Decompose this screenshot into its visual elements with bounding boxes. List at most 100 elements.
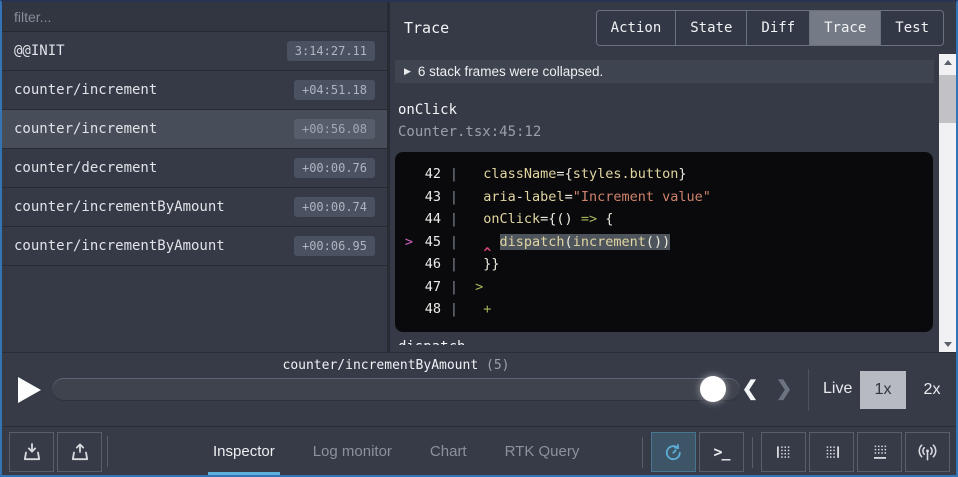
trace-content: ▶ 6 stack frames were collapsed. onClick… <box>390 54 939 352</box>
line-number: 45 <box>417 231 441 254</box>
play-button[interactable] <box>18 377 41 403</box>
current-line-marker-icon <box>401 163 417 186</box>
current-line-marker-icon <box>401 186 417 209</box>
next-stack-frame-clipped: dispatch <box>398 339 939 345</box>
code-block: 42| className={styles.button} 43| aria-l… <box>395 152 933 332</box>
playback-slider-track[interactable] <box>52 378 740 401</box>
bottom-toolbar: Inspector Log monitor Chart RTK Query >_ <box>2 426 956 475</box>
action-row[interactable]: counter/decrement +00:00.76 <box>2 149 387 188</box>
monitor-tab-log-monitor[interactable]: Log monitor <box>308 427 397 475</box>
action-list-panel: @@INIT3:14:27.11 counter/increment +04:51.… <box>2 2 390 352</box>
playback-action-index: (5) <box>486 358 509 373</box>
action-type-label: counter/decrement <box>14 160 157 176</box>
action-row[interactable]: counter/increment +00:56.08 <box>2 110 387 149</box>
export-button[interactable] <box>57 432 102 472</box>
action-row[interactable]: counter/increment +04:51.18 <box>2 71 387 110</box>
line-number: 44 <box>417 208 441 231</box>
speed-2x-button[interactable]: 2x <box>917 371 947 409</box>
current-line-marker-icon <box>401 253 417 276</box>
playback-action-label: counter/incrementByAmount (5) <box>52 358 740 373</box>
toolbar-divider <box>752 437 753 468</box>
remote-broadcast-icon <box>916 441 939 464</box>
action-type-label: counter/increment <box>14 121 157 137</box>
step-forward-button[interactable]: ❯ <box>771 376 797 401</box>
tab-trace[interactable]: Trace <box>809 11 880 45</box>
dock-bottom-icon <box>869 441 891 463</box>
current-line-marker-icon <box>401 276 417 299</box>
action-type-label: counter/increment <box>14 82 157 98</box>
step-back-button[interactable]: ❮ <box>737 376 763 401</box>
collapsed-frames-text: 6 stack frames were collapsed. <box>418 64 603 79</box>
action-timestamp-badge: +00:00.76 <box>294 158 375 178</box>
expand-arrow-icon: ▶ <box>404 66 411 77</box>
remote-button[interactable] <box>905 432 950 472</box>
action-type-label: counter/incrementByAmount <box>14 199 225 215</box>
dock-right-icon <box>821 441 843 463</box>
main-split: @@INIT3:14:27.11 counter/increment +04:51.… <box>2 2 956 352</box>
code-line: 47| > <box>401 276 927 299</box>
dock-right-button[interactable] <box>809 432 854 472</box>
tab-state[interactable]: State <box>675 11 746 45</box>
code-line: >45| dispatch(increment()) <box>401 231 927 254</box>
trace-header: Trace ActionStateDiffTraceTest <box>390 2 956 54</box>
scroll-up-button[interactable] <box>939 54 956 70</box>
line-number-separator: | <box>441 298 467 321</box>
line-number-separator: | <box>441 208 467 231</box>
speed-1x-button[interactable]: 1x <box>860 371 906 409</box>
export-icon <box>68 440 92 464</box>
collapsed-frames-banner[interactable]: ▶ 6 stack frames were collapsed. <box>395 60 934 83</box>
error-caret: ^ <box>483 242 491 265</box>
playback-slider-thumb[interactable] <box>700 376 726 402</box>
playback-bar: counter/incrementByAmount (5) ❮ ❯ Live 1… <box>2 352 956 426</box>
scrollbar-thumb[interactable] <box>939 75 956 123</box>
code-text: }}^ <box>467 253 500 276</box>
action-row[interactable]: counter/incrementByAmount+00:06.95 <box>2 227 387 266</box>
code-line: 48| + <box>401 298 927 321</box>
monitor-tab-rtk-query[interactable]: RTK Query <box>500 427 585 475</box>
action-row[interactable]: @@INIT3:14:27.11 <box>2 32 387 71</box>
line-number-separator: | <box>441 231 467 254</box>
line-number-separator: | <box>441 276 467 299</box>
stack-frame-location[interactable]: Counter.tsx:45:12 <box>398 124 939 140</box>
line-number: 46 <box>417 253 441 276</box>
import-icon <box>20 440 44 464</box>
monitor-tab-chart[interactable]: Chart <box>425 427 472 475</box>
code-line: 42| className={styles.button} <box>401 163 927 186</box>
import-button[interactable] <box>9 432 54 472</box>
current-line-marker-icon: > <box>401 231 417 254</box>
inspector-tab-group: ActionStateDiffTraceTest <box>596 10 944 46</box>
pause-recording-icon <box>662 441 685 464</box>
code-text: onClick={() => { <box>467 208 613 231</box>
monitor-tabs: Inspector Log monitor Chart RTK Query <box>208 427 584 475</box>
action-timestamp-badge: +04:51.18 <box>294 80 375 100</box>
tab-test[interactable]: Test <box>880 11 943 45</box>
filter-input[interactable] <box>2 2 387 32</box>
tab-action[interactable]: Action <box>597 11 676 45</box>
monitor-tab-inspector[interactable]: Inspector <box>208 427 280 475</box>
line-number: 43 <box>417 186 441 209</box>
line-number-separator: | <box>441 253 467 276</box>
dock-left-button[interactable] <box>761 432 806 472</box>
code-line: 43| aria-label="Increment value" <box>401 186 927 209</box>
terminal-icon: >_ <box>713 443 729 461</box>
dispatcher-button[interactable]: >_ <box>699 432 744 472</box>
code-text: > <box>467 276 483 299</box>
action-row[interactable]: counter/incrementByAmount+00:00.74 <box>2 188 387 227</box>
stack-frame-function: onClick <box>398 102 939 118</box>
action-type-label: @@INIT <box>14 43 65 59</box>
dock-bottom-button[interactable] <box>857 432 902 472</box>
scroll-down-button[interactable] <box>939 336 956 352</box>
code-line: 46| }}^ <box>401 253 927 276</box>
code-text: + <box>467 298 491 321</box>
playback-divider <box>808 369 809 411</box>
line-number: 47 <box>417 276 441 299</box>
current-line-marker-icon <box>401 298 417 321</box>
pause-recording-button[interactable] <box>651 432 696 472</box>
live-button[interactable]: Live <box>823 380 852 398</box>
tab-diff[interactable]: Diff <box>746 11 809 45</box>
action-timestamp-badge: +00:56.08 <box>294 119 375 139</box>
line-number-separator: | <box>441 163 467 186</box>
code-text: className={styles.button} <box>467 163 687 186</box>
dock-left-icon <box>773 441 795 463</box>
vertical-scrollbar[interactable] <box>939 54 956 352</box>
